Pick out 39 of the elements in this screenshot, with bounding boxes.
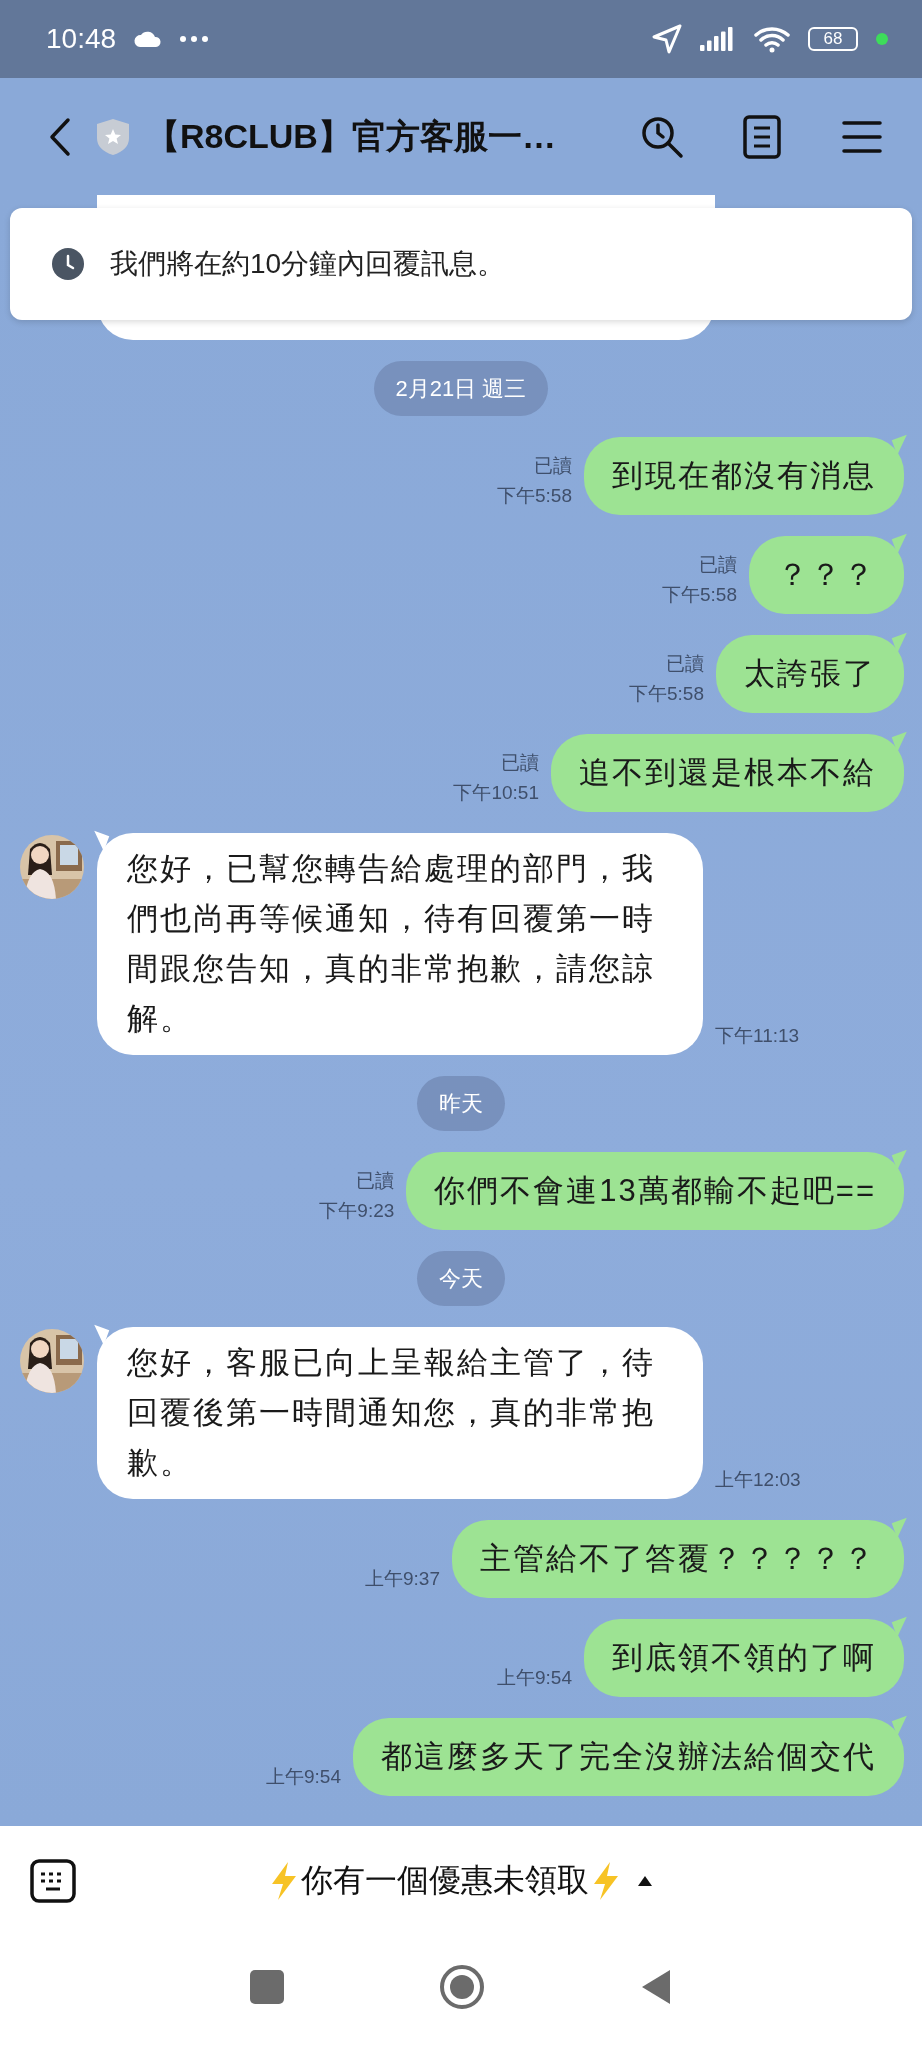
notice-text: 我們將在約10分鐘內回覆訊息。 [110,247,506,281]
date-divider: 今天 [417,1251,505,1306]
wifi-icon [754,25,790,53]
signal-icon [700,27,736,51]
menu-icon [842,119,882,154]
back-nav-button[interactable] [640,1968,672,2006]
chevron-left-icon [48,116,72,157]
cloud-icon [134,31,163,47]
message-time: 下午5:58 [497,484,572,508]
chat-title: 【R8CLUB】官方客服一… [146,115,557,157]
message-time: 下午10:51 [453,781,539,805]
message-time: 下午11:13 [715,1024,800,1048]
message-time: 上午9:37 [365,1567,440,1591]
more-icon [180,36,209,42]
battery-level: 68 [808,27,858,51]
lightning-icon [269,1862,299,1900]
message-time: 上午9:54 [497,1666,572,1690]
message-time: 上午12:03 [715,1468,801,1492]
message-time: 下午5:58 [629,682,704,706]
read-receipt: 已讀 [534,454,572,478]
read-receipt: 已讀 [501,751,539,775]
date-divider: 昨天 [417,1076,505,1131]
read-receipt: 已讀 [699,553,737,577]
lightning-icon [591,1862,621,1900]
message-time: 下午5:58 [662,583,737,607]
promo-menu-button[interactable]: 你有一個優惠未領取 [263,1853,659,1909]
read-receipt: 已讀 [666,652,704,676]
home-button[interactable] [439,1964,485,2010]
clock-icon [52,248,84,280]
date-divider: 2月21日 週三 [373,361,549,416]
shield-star-icon [96,117,130,156]
status-dot [876,33,888,45]
read-receipt: 已讀 [356,1169,395,1193]
caret-icon [637,1875,653,1887]
location-arrow-icon [652,24,682,54]
clock-time: 10:48 [46,23,117,55]
keyboard-button[interactable] [30,1859,76,1903]
message-time: 下午9:23 [319,1199,395,1223]
message-time: 上午9:54 [266,1765,341,1789]
